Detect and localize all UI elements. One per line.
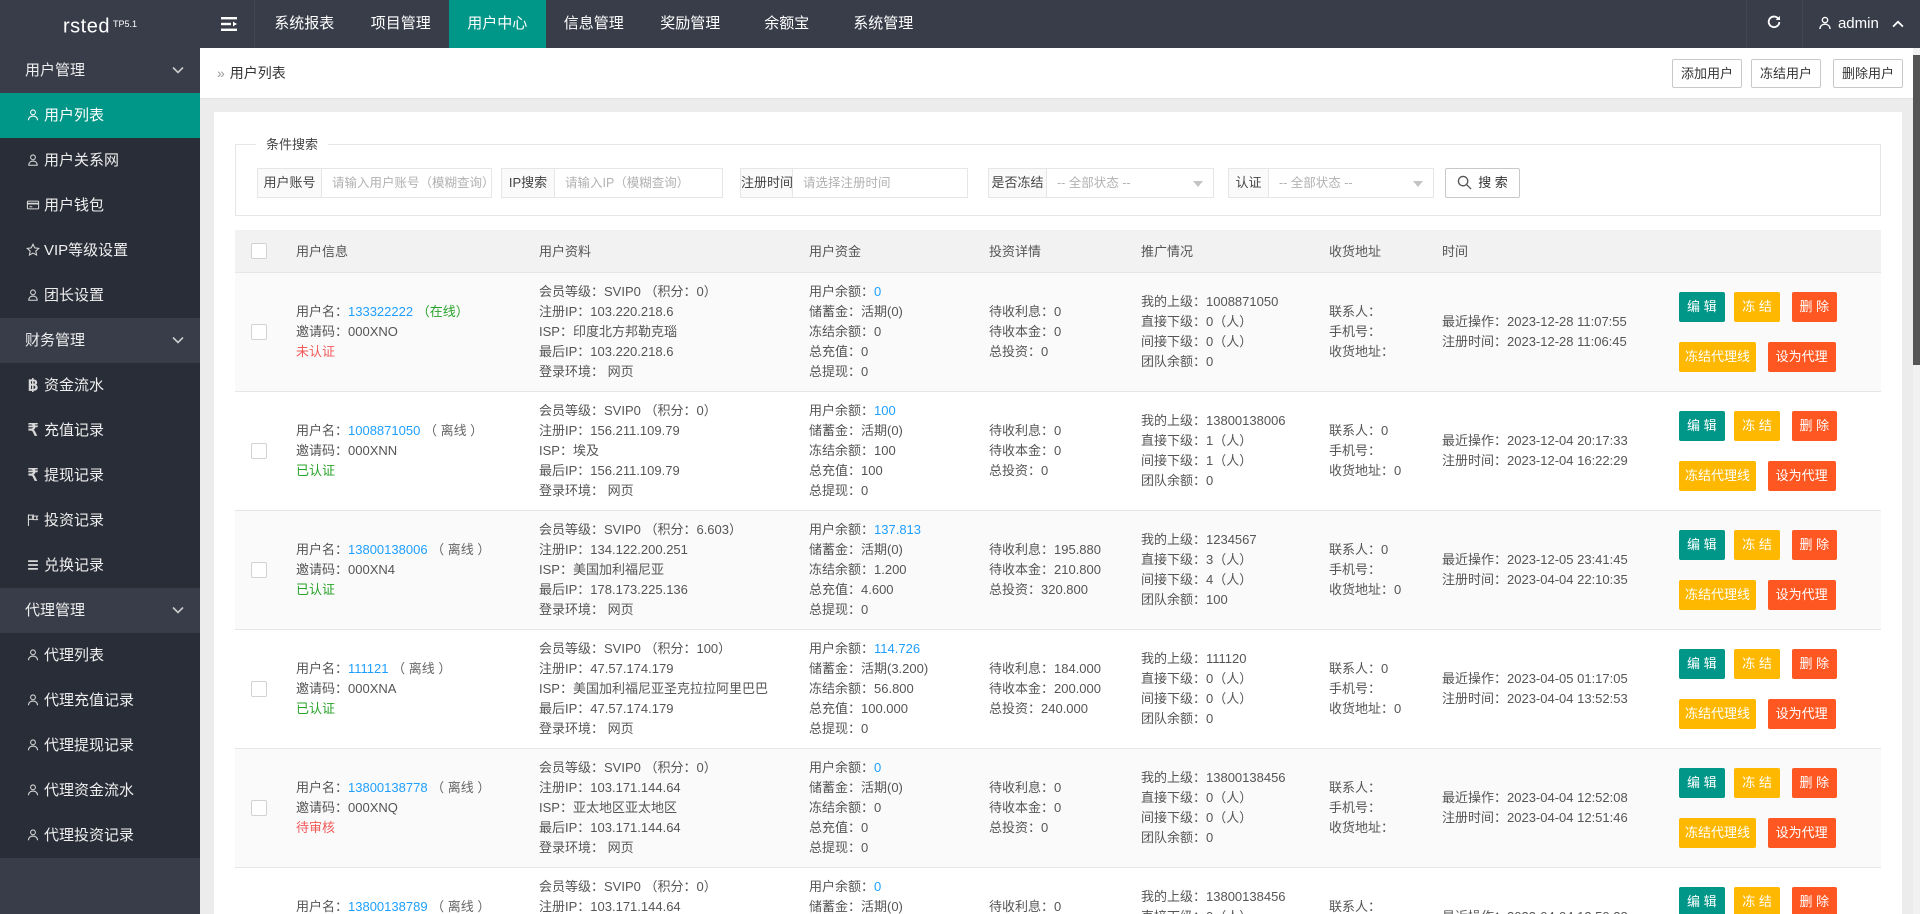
- svg-text:₹: ₹: [28, 423, 39, 437]
- svg-text:₹: ₹: [28, 468, 39, 482]
- svg-text:฿: ฿: [28, 378, 39, 392]
